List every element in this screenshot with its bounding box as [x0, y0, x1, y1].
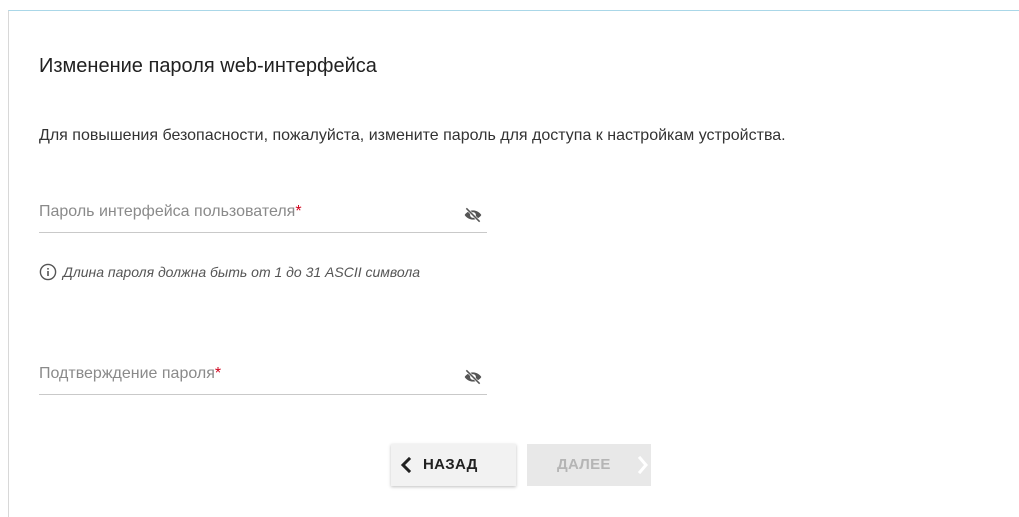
page-title: Изменение пароля web-интерфейса [39, 55, 377, 77]
chevron-right-icon [637, 455, 649, 475]
confirm-password-field[interactable]: Подтверждение пароля* [39, 359, 487, 395]
password-change-card: Изменение пароля web-интерфейса Для повы… [8, 10, 1019, 517]
password-length-hint: Длина пароля должна быть от 1 до 31 ASCI… [39, 263, 420, 281]
hint-text: Длина пароля должна быть от 1 до 31 ASCI… [63, 264, 421, 280]
chevron-left-icon [399, 456, 413, 474]
next-button[interactable]: ДАЛЕЕ [527, 444, 651, 486]
next-button-label: ДАЛЕЕ [557, 456, 611, 473]
password-input[interactable] [39, 197, 453, 233]
back-button[interactable]: НАЗАД [391, 444, 516, 486]
page-description: Для повышения безопасности, пожалуйста, … [39, 127, 786, 144]
confirm-password-input[interactable] [39, 359, 453, 395]
eye-off-icon[interactable] [463, 205, 483, 225]
eye-off-icon[interactable] [463, 367, 483, 387]
back-button-label: НАЗАД [423, 456, 478, 473]
info-icon [39, 263, 57, 281]
password-field[interactable]: Пароль интерфейса пользователя* [39, 197, 487, 233]
